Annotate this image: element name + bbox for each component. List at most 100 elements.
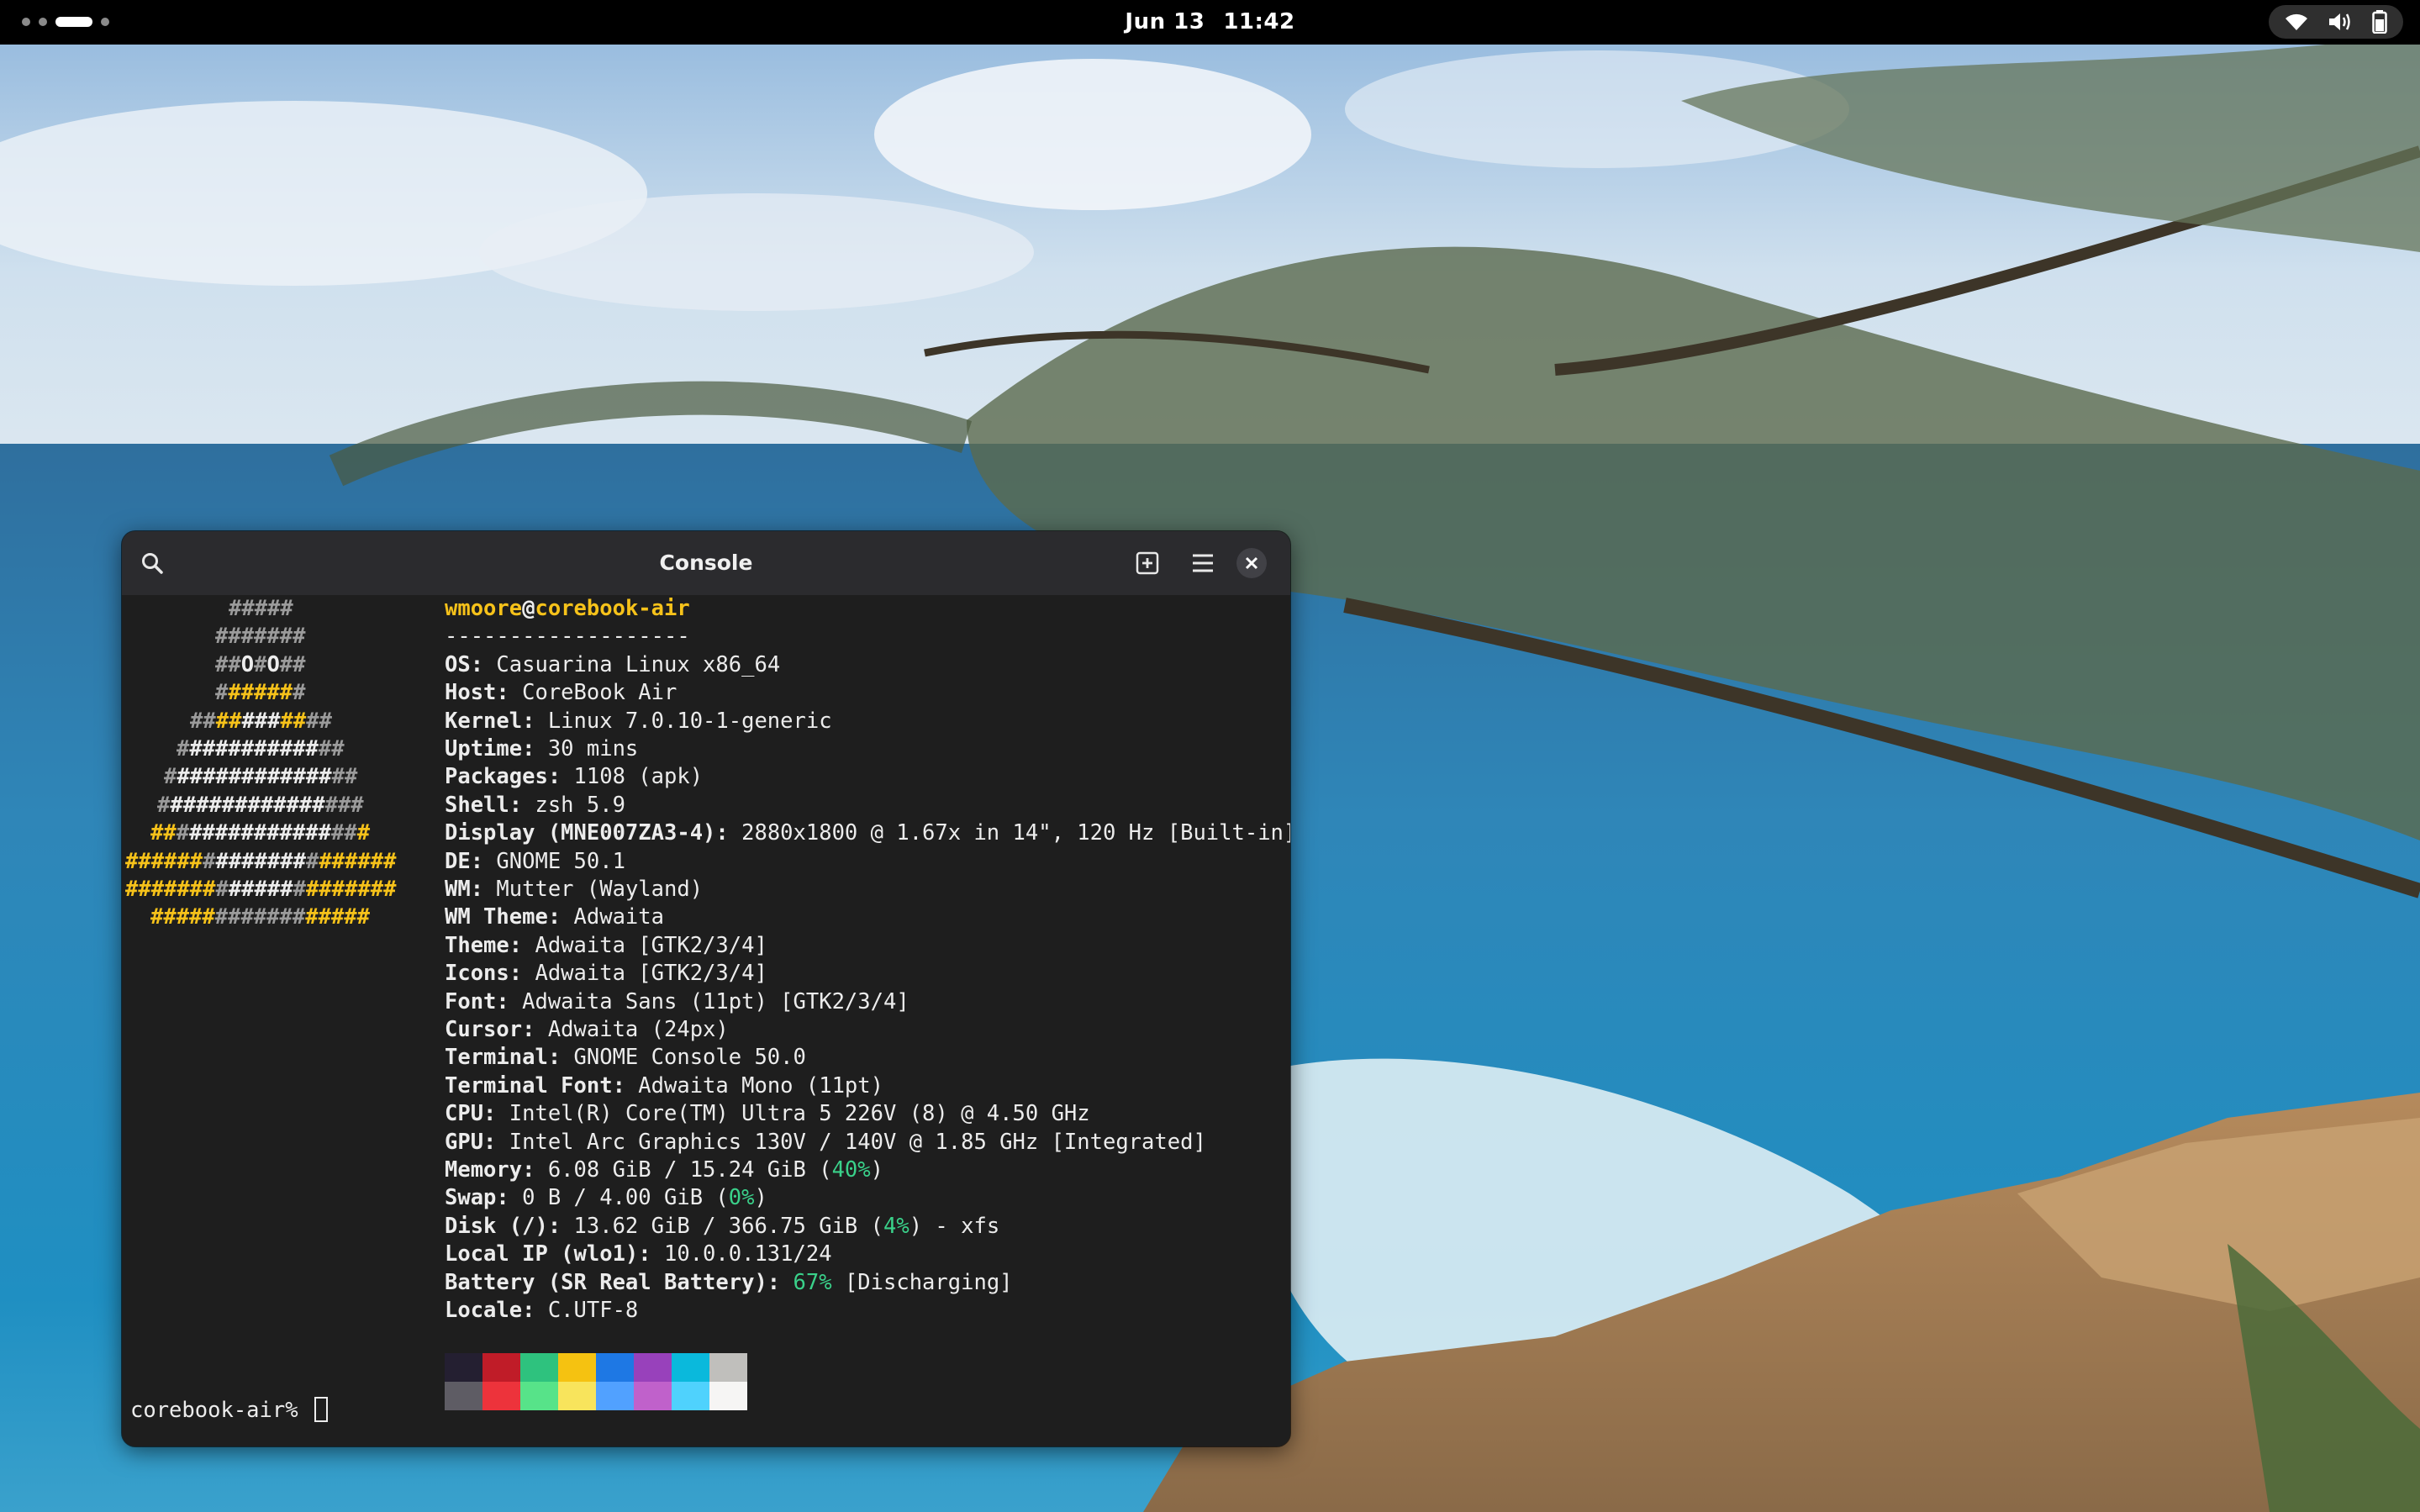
info-wm: WM: Mutter (Wayland) (445, 877, 704, 902)
ascii-logo-segment: # (203, 848, 216, 874)
close-icon (1245, 556, 1258, 570)
ascii-logo-segment: ####### (215, 624, 306, 650)
new-tab-button[interactable] (1127, 543, 1168, 583)
close-button[interactable] (1236, 548, 1267, 578)
ascii-logo-segment: ############ (170, 792, 325, 818)
ascii-logo-segment: ##### (229, 596, 293, 621)
ascii-logo-segment: # (157, 792, 171, 818)
ascii-logo-segment: # (177, 736, 190, 761)
ascii-logo-segment: # (305, 848, 319, 874)
time-label: 11:42 (1223, 9, 1295, 34)
color-swatch (520, 1382, 558, 1410)
ascii-logo-segment: ##### (305, 904, 370, 930)
separator-line: ------------------- (445, 624, 690, 650)
wifi-icon (2285, 12, 2308, 32)
info-battery: Battery (SR Real Battery): 67% [Discharg… (445, 1269, 1013, 1295)
ascii-logo-segment: ## (318, 736, 345, 761)
ascii-logo-segment: ############ (177, 764, 332, 790)
main-menu-button[interactable] (1183, 543, 1223, 583)
info-icons: Icons: Adwaita [GTK2/3/4] (445, 961, 767, 987)
info-packages: Packages: 1108 (apk) (445, 764, 704, 790)
info-host: Host: CoreBook Air (445, 680, 677, 706)
ascii-logo-segment: ### (241, 708, 281, 734)
color-swatch (558, 1353, 596, 1382)
ascii-logo-segment: ## (306, 708, 332, 734)
ascii-logo-row: ########### (190, 708, 332, 735)
ascii-logo-segment: # (293, 680, 306, 706)
info-memory: Memory: 6.08 GiB / 15.24 GiB (40%) (445, 1157, 883, 1183)
info-font: Font: Adwaita Sans (11pt) [GTK2/3/4] (445, 988, 909, 1014)
ascii-logo-segment: ####### (125, 877, 216, 902)
ascii-logo-segment: # (215, 680, 229, 706)
info-terminal: Terminal: GNOME Console 50.0 (445, 1045, 806, 1071)
info-swap: Swap: 0 B / 4.00 GiB (0%) (445, 1185, 767, 1211)
info-terminal-font: Terminal Font: Adwaita Mono (11pt) (445, 1072, 883, 1098)
ascii-logo-row: ##################### (125, 876, 396, 904)
info-gpu: GPU: Intel Arc Graphics 130V / 140V @ 1.… (445, 1129, 1206, 1155)
system-status-menu[interactable] (2269, 5, 2403, 39)
ascii-logo-row: ################# (150, 904, 370, 931)
color-swatch (634, 1382, 672, 1410)
color-swatch (445, 1353, 482, 1382)
battery-icon (2371, 10, 2387, 34)
new-tab-icon (1136, 551, 1159, 575)
color-swatch (672, 1353, 709, 1382)
ascii-logo-row: ##################### (125, 848, 396, 876)
prompt-text: corebook-air% (130, 1398, 311, 1423)
ascii-logo-segment: ##### (228, 877, 293, 902)
ascii-logo-row: ####### (215, 623, 305, 651)
ascii-logo-segment: ### (324, 792, 364, 818)
color-swatch (482, 1353, 520, 1382)
color-swatch (445, 1382, 482, 1410)
ascii-logo-row: ############# (177, 735, 345, 763)
user-host-line: wmoore@corebook-air (445, 596, 690, 621)
date-label: Jun 13 (1125, 9, 1205, 34)
volume-icon (2328, 11, 2353, 33)
ascii-logo-segment: # (164, 764, 177, 790)
shell-prompt[interactable]: corebook-air% (130, 1397, 328, 1425)
ascii-logo-segment: ###### (125, 848, 203, 874)
info-disk: Disk (/): 13.62 GiB / 366.75 GiB (4%) - … (445, 1213, 1000, 1239)
ascii-logo-segment: # (356, 820, 371, 846)
color-swatch (709, 1353, 747, 1382)
ascii-logo-segment: ## (150, 820, 177, 846)
info-theme: Theme: Adwaita [GTK2/3/4] (445, 932, 767, 958)
ascii-logo-segment: ########### (189, 820, 331, 846)
ascii-logo-segment: ##### (228, 680, 293, 706)
color-swatch (596, 1353, 634, 1382)
ascii-logo-segment: ########## (189, 736, 319, 761)
info-de: DE: GNOME 50.1 (445, 848, 625, 874)
info-cpu: CPU: Intel(R) Core(TM) Ultra 5 226V (8) … (445, 1101, 1090, 1127)
color-swatch (672, 1382, 709, 1410)
color-swatch (482, 1382, 520, 1410)
info-local-ip: Local IP (wlo1): 10.0.0.131/24 (445, 1241, 832, 1267)
info-shell: Shell: zsh 5.9 (445, 792, 625, 818)
ascii-logo-segment: ## (331, 764, 358, 790)
ascii-logo-segment: ## (190, 708, 216, 734)
color-swatch (520, 1353, 558, 1382)
color-swatch (634, 1353, 672, 1382)
info-uptime: Uptime: 30 mins (445, 736, 639, 761)
ascii-logo-row: ####### (215, 679, 305, 707)
ascii-logo-segment: ####### (215, 848, 306, 874)
terminal-view[interactable]: ##### ####### ##O#O## ####### ########### ###… (122, 595, 1290, 1446)
ascii-logo-segment: ## (215, 651, 241, 677)
ascii-logo-segment: # (254, 651, 267, 677)
menu-icon (1193, 554, 1213, 572)
clock-button[interactable]: Jun 13 11:42 (0, 0, 2420, 45)
info-locale: Locale: C.UTF-8 (445, 1298, 639, 1323)
ascii-logo-row: ############### (164, 763, 357, 791)
top-bar: Jun 13 11:42 (0, 0, 2420, 45)
ascii-logo-segment: # (176, 820, 190, 846)
ascii-logo-segment: # (215, 877, 229, 902)
window-title: Console (659, 551, 753, 575)
ascii-logo-segment: O (266, 651, 280, 677)
window-headerbar[interactable]: Console (122, 531, 1290, 595)
ascii-logo-segment: ##### (150, 904, 215, 930)
info-os: OS: Casuarina Linux x86_64 (445, 651, 781, 677)
text-cursor (314, 1397, 328, 1422)
color-swatch (596, 1382, 634, 1410)
ascii-logo-segment: ####### (214, 904, 306, 930)
ascii-logo-segment: ## (330, 820, 357, 846)
ascii-logo-segment: ###### (319, 848, 397, 874)
